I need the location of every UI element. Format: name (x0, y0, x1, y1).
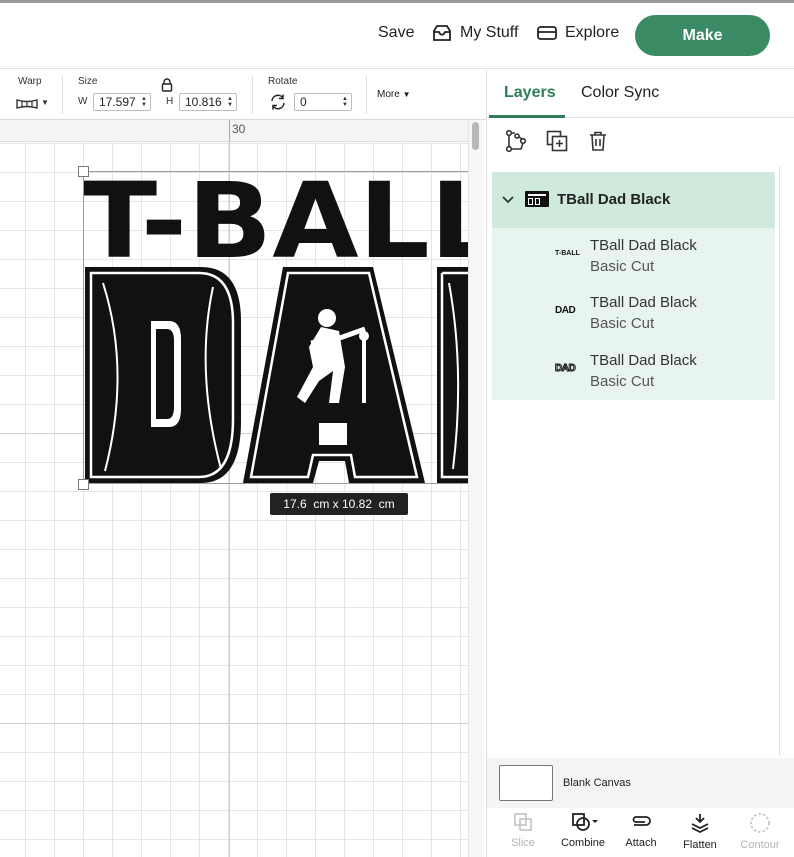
attach-button[interactable]: Attach (613, 812, 669, 856)
height-stepper[interactable]: ▲ ▼ (225, 95, 235, 109)
blank-canvas-swatch[interactable] (499, 765, 553, 801)
toolbar-divider (252, 76, 253, 114)
slice-button[interactable]: Slice (495, 812, 551, 856)
layer-type: Basic Cut (590, 258, 655, 275)
group-icon[interactable] (504, 129, 528, 153)
layer-list: TBall Dad Black T-BALL TBall Dad Black B… (492, 172, 775, 400)
warp-label: Warp (18, 76, 42, 87)
size-label: Size (78, 76, 98, 87)
design-artwork: T-BALL (83, 171, 468, 483)
letter-d-partial (437, 267, 468, 483)
duplicate-icon[interactable] (545, 129, 569, 153)
contour-icon (750, 813, 770, 833)
ruler-mark: 30 (232, 122, 246, 136)
layer-row[interactable]: T-BALL TBall Dad Black Basic Cut (492, 228, 775, 286)
flatten-icon (691, 814, 709, 834)
layer-thumbnail: DAD (555, 363, 577, 375)
explore-card-icon (537, 26, 557, 40)
layer-actions (487, 118, 794, 166)
width-label: W (78, 96, 88, 107)
more-dropdown[interactable]: More ▼ (377, 89, 411, 100)
edit-toolbar: Warp ▼ Size W 17.597 ▲ ▼ H 10.816 ▲ ▼ Rota… (0, 70, 486, 120)
height-input[interactable]: 10.816 ▲ ▼ (179, 93, 237, 111)
combine-icon (572, 813, 598, 831)
warp-dropdown[interactable]: ▼ (16, 96, 50, 112)
contour-button[interactable]: Contour (732, 812, 788, 856)
design-top-text: T-BALL (83, 171, 468, 282)
width-value: 17.597 (99, 95, 136, 109)
caret-down-icon: ▼ (41, 98, 49, 107)
rotate-icon[interactable] (269, 93, 287, 111)
layer-row[interactable]: DAD TBall Dad Black Basic Cut (492, 343, 775, 401)
width-input[interactable]: 17.597 ▲ ▼ (93, 93, 151, 111)
my-stuff-label: My Stuff (460, 24, 519, 41)
tab-layers[interactable]: Layers (504, 84, 556, 102)
rotate-stepper[interactable]: ▲ ▼ (340, 95, 350, 109)
warp-icon (16, 99, 38, 109)
slice-icon (514, 813, 532, 831)
lock-icon[interactable] (161, 78, 173, 92)
tball-dad-design[interactable]: T-BALL (83, 171, 468, 484)
save-label: Save (378, 24, 415, 41)
rotate-input[interactable]: 0 ▲ ▼ (294, 93, 352, 111)
panel-tabs: Layers Color Sync (487, 70, 794, 118)
trash-icon[interactable] (586, 129, 610, 153)
save-button[interactable]: Save (378, 24, 414, 42)
combine-label: Combine (560, 837, 606, 849)
ruler-tick (229, 120, 230, 142)
slice-label: Slice (511, 837, 535, 849)
layer-type: Basic Cut (590, 315, 655, 332)
attach-label: Attach (625, 837, 657, 849)
group-thumbnail (525, 191, 549, 207)
layers-panel: Layers Color Sync TBall Dad Black T-BALL… (486, 70, 794, 857)
layer-name: TBall Dad Black (590, 237, 697, 254)
rotate-value: 0 (300, 95, 307, 109)
resize-handle[interactable] (78, 479, 89, 490)
explore-label: Explore (565, 24, 620, 41)
grid-major-line (0, 723, 470, 724)
canvas-scrollbar[interactable] (468, 120, 484, 857)
dimension-readout: 17.6 cm x 10.82 cm (270, 493, 408, 515)
explore-button[interactable]: Explore (537, 24, 619, 42)
top-ruler: 30 (0, 120, 470, 142)
make-button[interactable]: Make (635, 15, 770, 56)
layer-name: TBall Dad Black (590, 352, 697, 369)
flatten-button[interactable]: Flatten (672, 812, 728, 856)
layer-type: Basic Cut (590, 373, 655, 390)
attach-icon (632, 816, 651, 826)
height-value: 10.816 (185, 95, 222, 109)
make-label: Make (682, 26, 723, 44)
layer-name: TBall Dad Black (590, 294, 697, 311)
blank-canvas-row[interactable]: Blank Canvas (487, 758, 794, 808)
toolbar-divider (62, 76, 63, 114)
layer-row[interactable]: DAD TBall Dad Black Basic Cut (492, 285, 775, 343)
more-label: More (377, 89, 400, 100)
letter-d (85, 267, 241, 483)
inbox-tray-icon (433, 25, 451, 41)
width-stepper[interactable]: ▲ ▼ (139, 95, 149, 109)
layer-group-row[interactable]: TBall Dad Black (492, 172, 775, 228)
height-label: H (166, 96, 174, 107)
caret-down-icon: ▼ (402, 90, 411, 99)
my-stuff-button[interactable]: My Stuff (432, 24, 518, 42)
letter-a (243, 267, 425, 483)
toolbar-divider (366, 76, 367, 114)
resize-handle[interactable] (78, 166, 89, 177)
header-bar: Save My Stuff Explore Make (0, 3, 794, 69)
contour-label: Contour (740, 839, 780, 851)
flatten-label: Flatten (683, 839, 717, 851)
panel-scrollbar[interactable] (779, 166, 780, 756)
layer-thumbnail: DAD (555, 305, 576, 316)
layer-children: T-BALL TBall Dad Black Basic Cut DAD TBa… (492, 228, 775, 400)
rotate-label: Rotate (268, 76, 298, 87)
bottom-toolbar: Slice Combine Attach Flatten Contour (487, 808, 794, 857)
layer-thumbnail: T-BALL (555, 250, 580, 257)
tab-color-sync[interactable]: Color Sync (581, 84, 659, 102)
blank-canvas-label: Blank Canvas (563, 777, 631, 789)
combine-button[interactable]: Combine (553, 812, 613, 856)
group-name: TBall Dad Black (557, 191, 671, 208)
chevron-down-icon[interactable] (502, 196, 514, 204)
canvas-scroll-thumb[interactable] (472, 122, 479, 150)
